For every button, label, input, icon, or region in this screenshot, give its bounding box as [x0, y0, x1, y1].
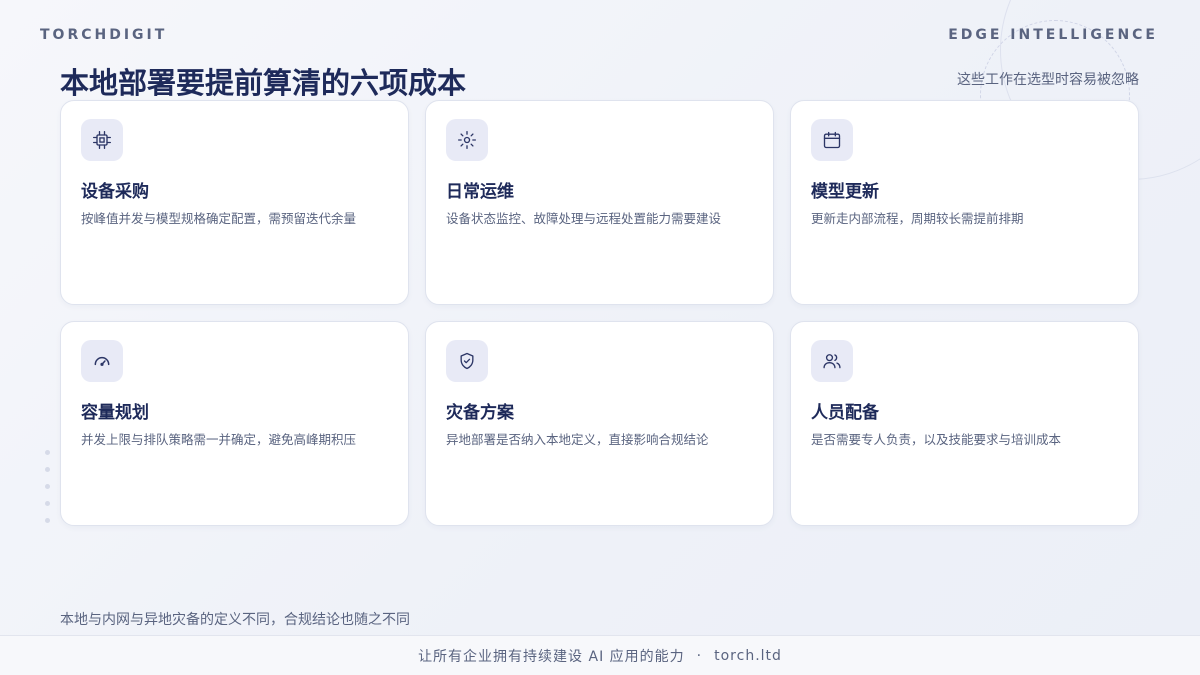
card-title: 日常运维	[446, 182, 514, 202]
footnote: 本地与内网与异地灾备的定义不同，合规结论也随之不同	[60, 612, 410, 628]
card-title: 设备采购	[81, 182, 149, 202]
cost-card-procurement: 设备采购 按峰值并发与模型规格确定配置，需预留迭代余量	[60, 100, 409, 305]
shield-check-icon	[446, 340, 488, 382]
cost-card-model-update: 模型更新 更新走内部流程，周期较长需提前排期	[790, 100, 1139, 305]
cost-card-capacity: 容量规划 并发上限与排队策略需一并确定，避免高峰期积压	[60, 321, 409, 526]
page-title: 本地部署要提前算清的六项成本	[60, 66, 467, 100]
footer-bar: 让所有企业拥有持续建设 AI 应用的能力 · torch.ltd	[0, 635, 1200, 675]
cost-card-staffing: 人员配备 是否需要专人负责，以及技能要求与培训成本	[790, 321, 1139, 526]
footer-tagline: 让所有企业拥有持续建设 AI 应用的能力	[418, 648, 685, 665]
calendar-icon	[811, 119, 853, 161]
cost-card-operations: 日常运维 设备状态监控、故障处理与远程处置能力需要建设	[425, 100, 774, 305]
card-title: 人员配备	[811, 403, 879, 423]
footer-site-link[interactable]: torch.ltd	[714, 648, 782, 664]
card-description: 设备状态监控、故障处理与远程处置能力需要建设	[446, 211, 722, 226]
gauge-icon	[81, 340, 123, 382]
gear-icon	[446, 119, 488, 161]
users-icon	[811, 340, 853, 382]
cost-card-disaster-recovery: 灾备方案 异地部署是否纳入本地定义，直接影响合规结论	[425, 321, 774, 526]
card-description: 并发上限与排队策略需一并确定，避免高峰期积压	[81, 432, 357, 447]
page-subtitle: 这些工作在选型时容易被忽略	[957, 72, 1139, 88]
footer-separator: ·	[696, 647, 703, 664]
brand-logo-text: TORCHDIGIT	[40, 27, 168, 43]
card-title: 容量规划	[81, 403, 149, 423]
brand-tagline: EDGE INTELLIGENCE	[948, 27, 1158, 43]
card-description: 按峰值并发与模型规格确定配置，需预留迭代余量	[81, 211, 357, 226]
card-description: 异地部署是否纳入本地定义，直接影响合规结论	[446, 432, 709, 447]
chip-icon	[81, 119, 123, 161]
card-title: 模型更新	[811, 182, 879, 202]
card-description: 更新走内部流程，周期较长需提前排期	[811, 211, 1024, 226]
decorative-dots	[45, 450, 50, 535]
card-title: 灾备方案	[446, 403, 514, 423]
card-description: 是否需要专人负责，以及技能要求与培训成本	[811, 432, 1062, 447]
